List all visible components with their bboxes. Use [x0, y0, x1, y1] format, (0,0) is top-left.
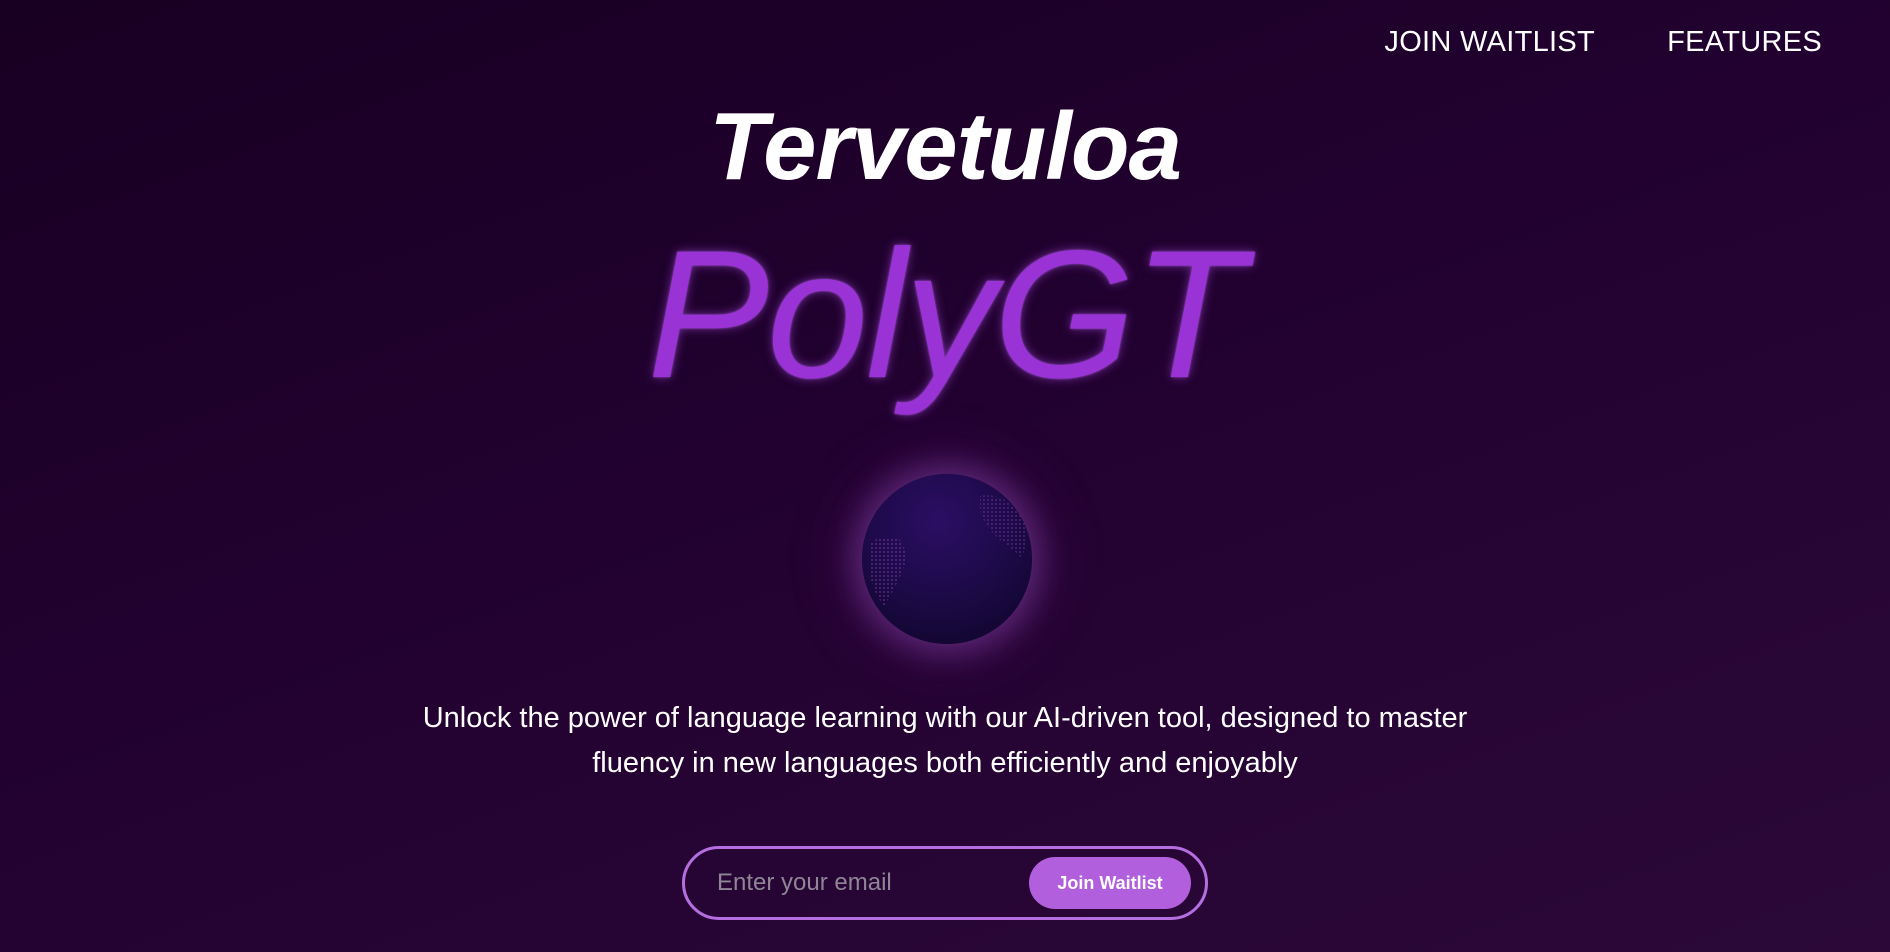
- nav-features-link[interactable]: FEATURES: [1667, 26, 1822, 59]
- globe-icon: [862, 474, 1032, 644]
- top-nav: JOIN WAITLIST FEATURES: [1384, 26, 1822, 59]
- nav-join-waitlist-link[interactable]: JOIN WAITLIST: [1384, 26, 1595, 59]
- tagline-line-2: fluency in new languages both efficientl…: [592, 747, 1298, 779]
- email-input[interactable]: [715, 868, 1029, 898]
- globe-continents: [870, 495, 1026, 606]
- waitlist-signup-form: Join Waitlist: [682, 846, 1208, 920]
- tagline: Unlock the power of language learning wi…: [345, 696, 1545, 786]
- brand-logo-text: PolyGT: [647, 212, 1245, 416]
- tagline-line-1: Unlock the power of language learning wi…: [422, 702, 1468, 734]
- globe-graphic: [862, 474, 1032, 644]
- join-waitlist-button[interactable]: Join Waitlist: [1029, 857, 1191, 909]
- greeting-heading: Tervetuloa: [709, 93, 1182, 200]
